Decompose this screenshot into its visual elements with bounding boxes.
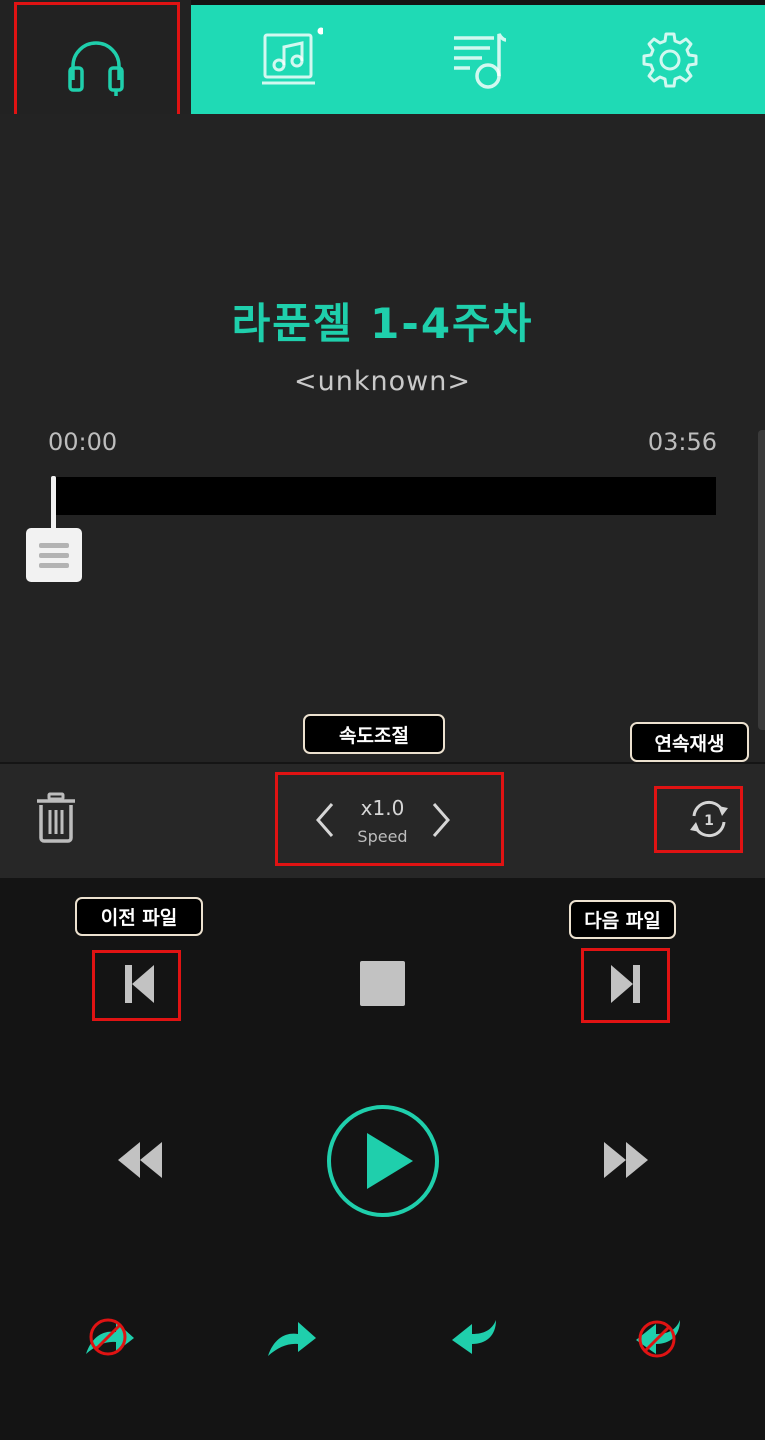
- seek-handle[interactable]: [26, 528, 82, 582]
- forward-arrow-icon: [268, 1322, 316, 1356]
- jump-back-button[interactable]: [446, 1316, 502, 1360]
- reply-arrow-icon: [452, 1320, 496, 1354]
- reply-arrow-disabled-icon: [636, 1320, 680, 1358]
- waveform-seekbar[interactable]: [54, 477, 716, 515]
- trash-icon: [37, 792, 75, 843]
- annotation-highlight-speed: [275, 772, 504, 866]
- playlist-icon: [454, 33, 507, 89]
- tab-playlist[interactable]: [430, 10, 530, 110]
- gear-icon: [642, 32, 698, 88]
- seek-position-line: [51, 476, 56, 534]
- delete-button[interactable]: [34, 792, 78, 844]
- tab-album[interactable]: [240, 10, 340, 110]
- rewind-button[interactable]: [116, 1140, 164, 1180]
- jump-forward-button[interactable]: [264, 1316, 320, 1360]
- jump-back-disabled-button[interactable]: [82, 1314, 138, 1360]
- song-title: 라푼젤 1-4주차: [231, 299, 534, 348]
- annotation-highlight-next: [581, 948, 670, 1023]
- play-button[interactable]: [326, 1104, 440, 1218]
- annotation-highlight-repeat: [654, 786, 743, 853]
- annotation-next-file: 다음 파일: [569, 900, 676, 939]
- fast-forward-icon: [604, 1142, 648, 1178]
- play-icon: [327, 1105, 439, 1217]
- annotation-previous-file: 이전 파일: [75, 897, 203, 936]
- edge-scroll-handle[interactable]: [758, 430, 765, 730]
- tab-settings[interactable]: [620, 10, 720, 110]
- fast-forward-button[interactable]: [602, 1140, 650, 1180]
- annotation-continuous-play: 연속재생: [630, 722, 749, 762]
- rewind-icon: [118, 1142, 162, 1178]
- annotation-speed-control: 속도조절: [303, 714, 445, 754]
- annotation-highlight-previous: [92, 950, 181, 1021]
- stop-button[interactable]: [360, 961, 405, 1006]
- song-artist: <unknown>: [294, 366, 471, 397]
- total-time: 03:56: [647, 428, 717, 456]
- album-icon: [262, 27, 323, 85]
- jump-forward-disabled-button[interactable]: [628, 1314, 684, 1360]
- forward-arrow-disabled-icon: [86, 1318, 134, 1356]
- current-time: 00:00: [48, 428, 118, 456]
